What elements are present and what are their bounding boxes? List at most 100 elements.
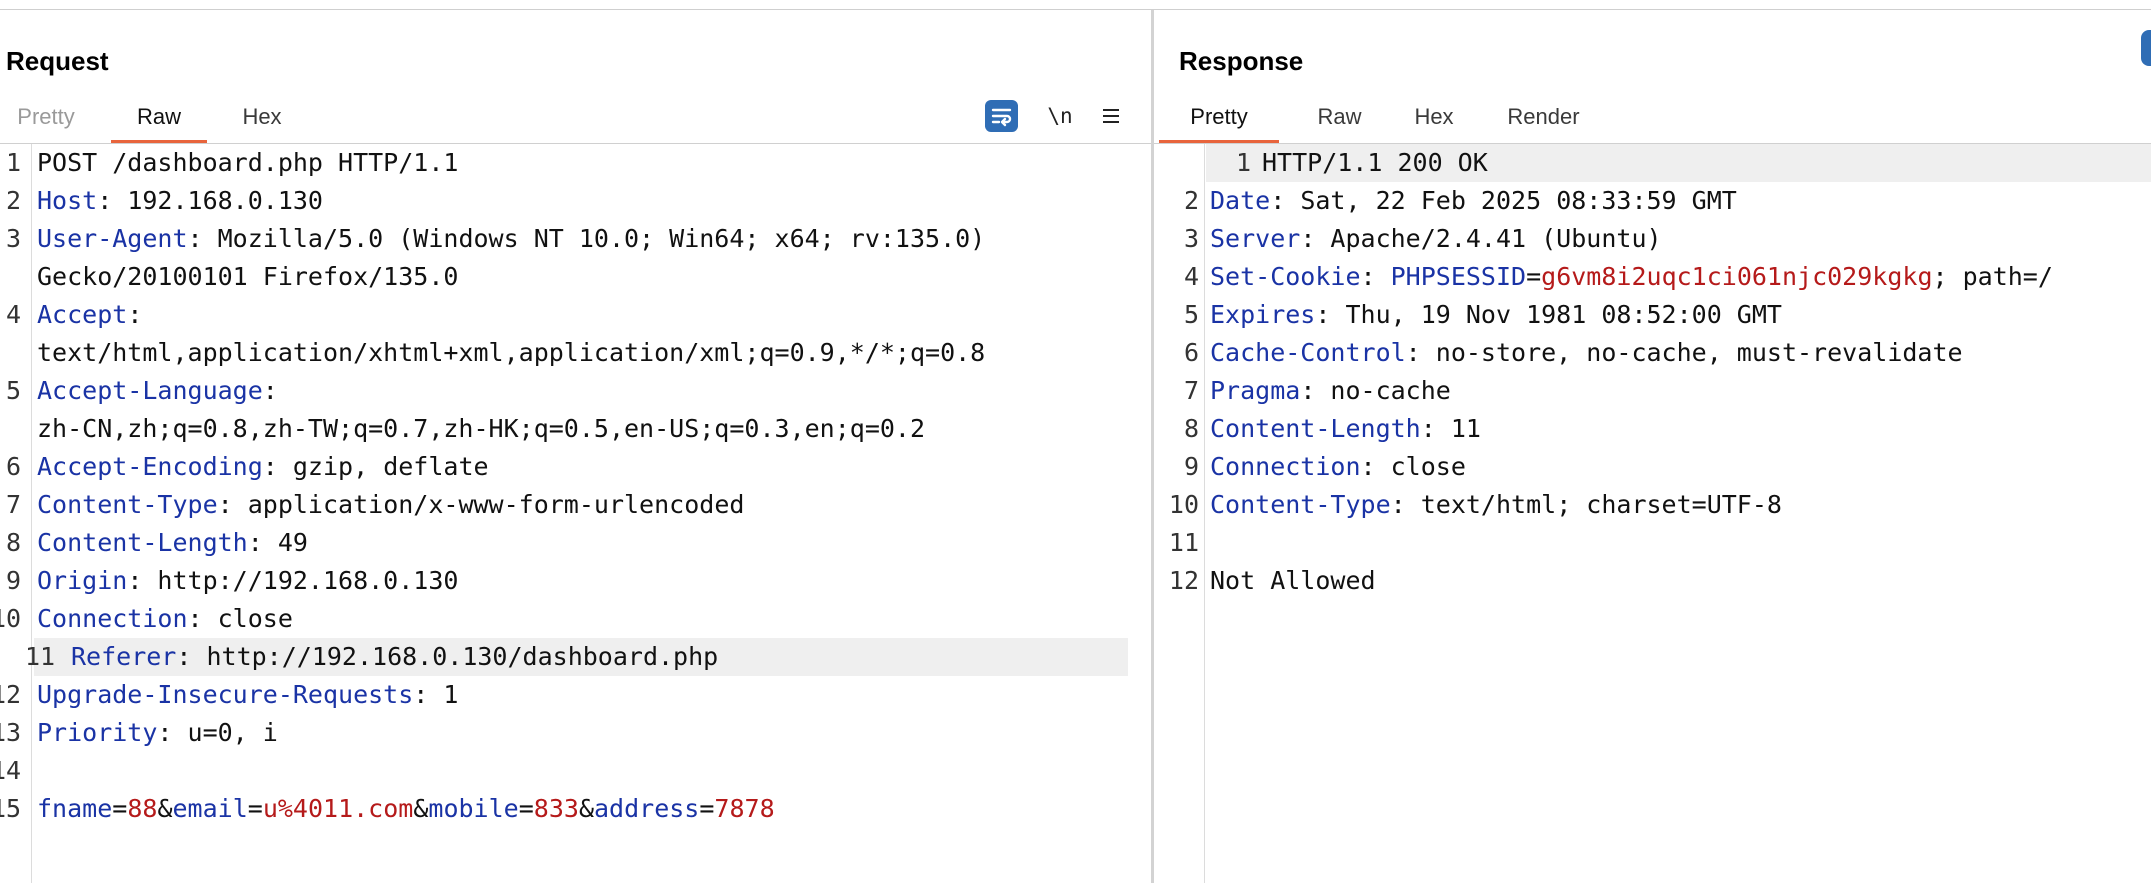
header-name: Accept-Encoding (37, 452, 263, 481)
line-number: 7 (1183, 376, 1199, 405)
response-line: 6 Cache-Control: no-store, no-cache, must… (1154, 334, 2151, 372)
line-number: 11 (1168, 528, 1199, 557)
response-line-content: Expires: Thu, 19 Nov 1981 08:52:00 GMT (1210, 296, 1782, 334)
param-key: address (594, 794, 700, 823)
request-line: 1 POST /dashboard.php HTTP/1.1 (0, 144, 1151, 182)
request-line: Gecko/20100101 Firefox/135.0 (0, 258, 1151, 296)
request-line: 10 Connection: close (0, 600, 1151, 638)
line-text: HTTP/1.1 200 OK (1262, 148, 1488, 177)
line-text: zh-CN,zh;q=0.8,zh-TW;q=0.7,zh-HK;q=0.5,e… (37, 414, 926, 443)
line-text: Gecko/20100101 Firefox/135.0 (37, 262, 459, 291)
line-number: 14 (0, 756, 22, 785)
header-name: User-Agent (37, 224, 188, 253)
response-tab-hex[interactable]: Hex (1410, 94, 1458, 140)
request-line: 11 Referer: http://192.168.0.130/dashboar… (25, 638, 1128, 676)
request-line: zh-CN,zh;q=0.8,zh-TW;q=0.7,zh-HK;q=0.5,e… (0, 410, 1151, 448)
request-tab-raw[interactable]: Raw (111, 94, 207, 144)
response-line: 2 Date: Sat, 22 Feb 2025 08:33:59 GMT (1154, 182, 2151, 220)
response-title: Response (1179, 46, 1304, 76)
request-line-content: Accept-Language: (37, 372, 278, 410)
request-editor[interactable]: 1 POST /dashboard.php HTTP/1.1 2 Host: 192.… (0, 144, 1151, 883)
line-text: text/html,application/xhtml+xml,applicat… (37, 338, 986, 367)
response-line-content: Content-Type: text/html; charset=UTF-8 (1210, 486, 1782, 524)
request-line-content: Accept-Encoding: gzip, deflate (37, 448, 489, 486)
param-equals: = (112, 794, 128, 823)
request-line-content: POST /dashboard.php HTTP/1.1 (37, 144, 458, 182)
line-number (0, 258, 21, 296)
header-name: Content-Length (1210, 414, 1421, 443)
line-number: 7 (5, 490, 21, 519)
request-line: 8 Content-Length: 49 (0, 524, 1151, 562)
line-number (0, 334, 21, 372)
request-line-content: Origin: http://192.168.0.130 (37, 562, 458, 600)
header-value: : u=0, i (157, 718, 278, 747)
response-tab-render[interactable]: Render (1501, 94, 1586, 140)
header-name: Origin (37, 566, 128, 595)
param-equals: = (247, 794, 263, 823)
param-key: email (172, 794, 248, 823)
param-value: 833 (533, 794, 579, 823)
cookie-name: PHPSESSID (1390, 262, 1527, 291)
response-line-content: Server: Apache/2.4.41 (Ubuntu) (1210, 220, 1662, 258)
response-line-content: Connection: close (1210, 448, 1466, 486)
response-line: 4 Set-Cookie: PHPSESSID=g6vm8i2uqc1ci061n… (1154, 258, 2151, 296)
line-number: 3 (1183, 224, 1199, 253)
response-line: 10 Content-Type: text/html; charset=UTF-8 (1154, 486, 2151, 524)
header-value: : application/x-www-form-urlencoded (217, 490, 745, 519)
line-number: 5 (1183, 300, 1199, 329)
line-number: 13 (0, 718, 22, 747)
request-line-content: Referer: http://192.168.0.130/dashboard.… (71, 638, 718, 676)
line-number: 3 (5, 224, 21, 253)
header-value: : Apache/2.4.41 (Ubuntu) (1300, 224, 1662, 253)
request-line-content: Connection: close (37, 600, 293, 638)
line-number: 5 (5, 376, 21, 405)
response-tab-raw[interactable]: Raw (1312, 94, 1367, 140)
request-line: 12 Upgrade-Insecure-Requests: 1 (0, 676, 1151, 714)
line-number: 15 (0, 794, 22, 823)
request-line: 14 (0, 752, 1151, 790)
line-text: POST /dashboard.php HTTP/1.1 (37, 148, 459, 177)
header-value: : Sat, 22 Feb 2025 08:33:59 GMT (1270, 186, 1737, 215)
line-number: 6 (5, 452, 21, 481)
header-name: Server (1210, 224, 1301, 253)
header-name: Pragma (1210, 376, 1301, 405)
hamburger-menu-icon[interactable] (1100, 100, 1122, 132)
line-number: 1 (1235, 148, 1251, 177)
request-line: text/html,application/xhtml+xml,applicat… (0, 334, 1151, 372)
line-number: 6 (1183, 338, 1199, 367)
header-value: : Thu, 19 Nov 1981 08:52:00 GMT (1315, 300, 1782, 329)
request-tab-pretty[interactable]: Pretty (15, 94, 77, 140)
panel-handle-icon[interactable] (2141, 30, 2151, 66)
header-name: Content-Type (37, 490, 218, 519)
word-wrap-icon[interactable] (985, 100, 1018, 132)
line-number: 4 (5, 300, 21, 329)
line-number: 4 (1183, 262, 1199, 291)
request-line-content: text/html,application/xhtml+xml,applicat… (37, 334, 985, 372)
request-line: 9 Origin: http://192.168.0.130 (0, 562, 1151, 600)
line-number: 8 (5, 528, 21, 557)
header-name: Cache-Control (1210, 338, 1406, 367)
response-tab-pretty[interactable]: Pretty (1159, 94, 1279, 144)
request-tab-hex[interactable]: Hex (238, 94, 286, 140)
request-line: 15fname=88&email=u%4011.com&mobile=833&a… (0, 790, 1151, 828)
line-number: 12 (1168, 566, 1199, 595)
param-equals: = (518, 794, 534, 823)
request-line: 2 Host: 192.168.0.130 (0, 182, 1151, 220)
newline-toggle-icon[interactable]: \n (1047, 100, 1073, 132)
response-line-content: Content-Length: 11 (1210, 410, 1481, 448)
header-name: Accept-Language (37, 376, 263, 405)
param-value: 7878 (714, 794, 775, 823)
response-editor[interactable]: 1 HTTP/1.1 200 OK 2 Date: Sat, 22 Feb 2025 … (1154, 144, 2151, 883)
header-value: : 1 (413, 680, 459, 709)
header-name: Content-Type (1210, 490, 1391, 519)
param-value: u%4011.com (262, 794, 414, 823)
line-number: 10 (1168, 490, 1199, 519)
response-line: 11 (1154, 524, 2151, 562)
param-key: mobile (428, 794, 519, 823)
param-separator: & (578, 794, 594, 823)
request-pane: Request Pretty Raw Hex \n 1 POST /dashboa… (0, 10, 1151, 883)
response-line: 7 Pragma: no-cache (1154, 372, 2151, 410)
header-name: Connection (1210, 452, 1361, 481)
response-pane: Response Pretty Raw Hex Render 1 HTTP/1.1… (1154, 10, 2151, 883)
header-value: : 192.168.0.130 (97, 186, 323, 215)
